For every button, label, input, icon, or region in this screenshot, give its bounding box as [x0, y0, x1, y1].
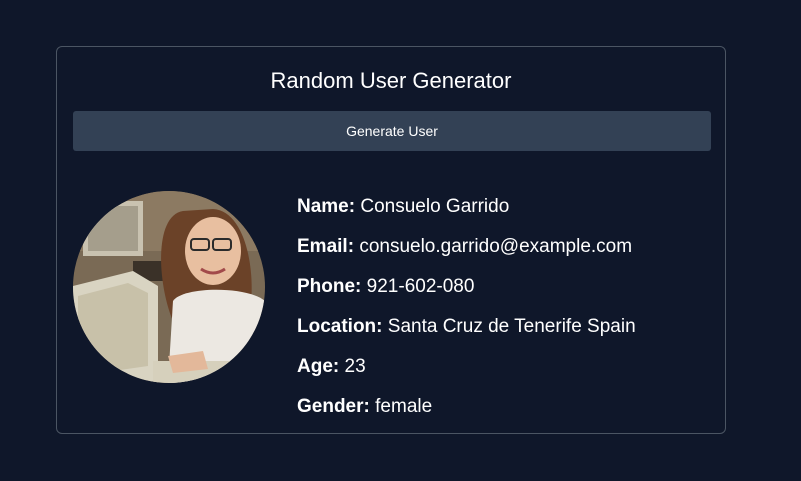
name-row: Name: Consuelo Garrido [297, 193, 636, 233]
email-value: consuelo.garrido@example.com [359, 236, 633, 257]
location-label: Location: [297, 316, 383, 337]
email-label: Email: [297, 236, 355, 257]
location-value: Santa Cruz de Tenerife Spain [387, 316, 636, 337]
email-row: Email: consuelo.garrido@example.com [297, 233, 636, 273]
phone-value: 921-602-080 [366, 276, 475, 297]
avatar-photo [73, 191, 265, 383]
user-card: Random User Generator Generate User Name… [56, 46, 726, 434]
avatar [73, 191, 265, 383]
user-details: Name: Consuelo Garrido Email: consuelo.g… [297, 193, 636, 433]
age-label: Age: [297, 356, 340, 377]
phone-label: Phone: [297, 276, 362, 297]
page-title: Random User Generator [270, 68, 512, 93]
phone-row: Phone: 921-602-080 [297, 273, 636, 313]
gender-value: female [375, 396, 433, 417]
generate-user-button[interactable]: Generate User [73, 111, 711, 151]
gender-label: Gender: [297, 396, 370, 417]
name-value: Consuelo Garrido [360, 196, 510, 217]
name-label: Name: [297, 196, 356, 217]
location-row: Location: Santa Cruz de Tenerife Spain [297, 313, 636, 353]
age-row: Age: 23 [297, 353, 636, 393]
age-value: 23 [344, 356, 366, 377]
gender-row: Gender: female [297, 393, 636, 433]
